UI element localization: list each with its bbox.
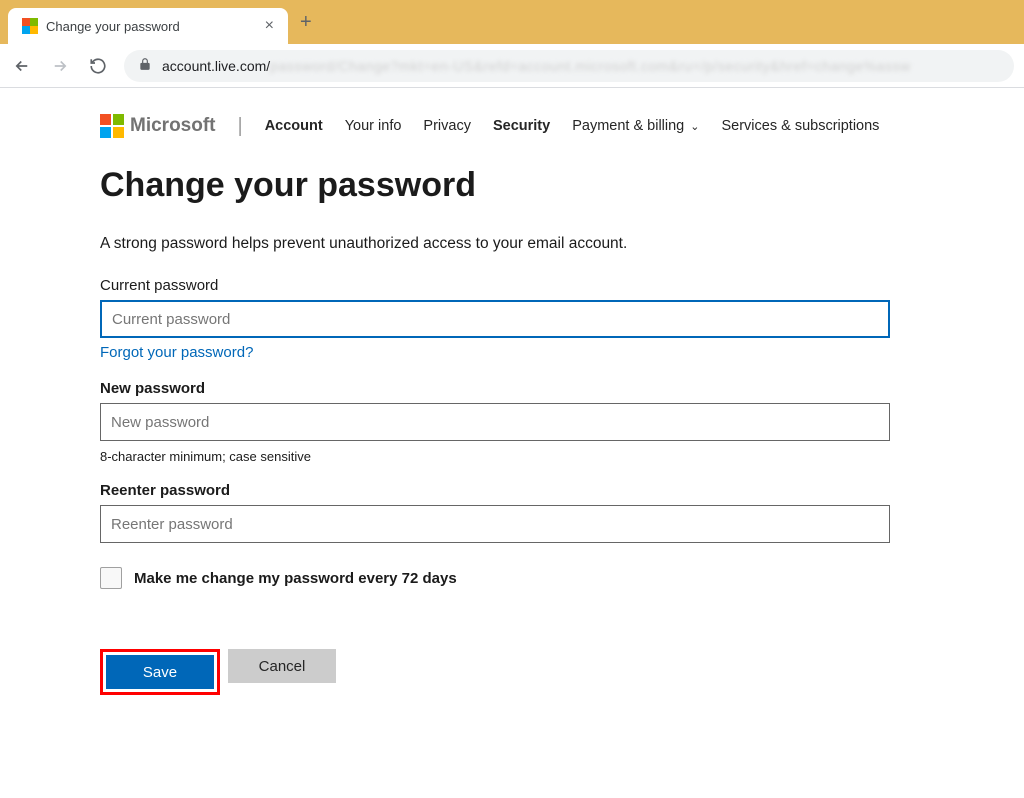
back-button[interactable]: [10, 57, 34, 75]
chevron-down-icon: ⌄: [690, 120, 699, 133]
new-password-input[interactable]: [100, 403, 890, 441]
browser-chrome: Change your password × + account.live.co…: [0, 0, 1024, 88]
lock-icon: [138, 57, 152, 74]
nav-your-info[interactable]: Your info: [345, 118, 402, 134]
new-password-group: New password 8-character minimum; case s…: [100, 380, 924, 464]
reload-button[interactable]: [86, 57, 110, 75]
nav-security[interactable]: Security: [493, 118, 550, 134]
current-password-input[interactable]: [100, 300, 890, 338]
password-hint: 8-character minimum; case sensitive: [100, 449, 924, 464]
page-content: Microsoft | Account Your info Privacy Se…: [0, 88, 1024, 695]
nav-payment-label: Payment & billing: [572, 118, 684, 134]
page-subtitle: A strong password helps prevent unauthor…: [100, 235, 924, 253]
reenter-password-label: Reenter password: [100, 482, 924, 499]
current-password-label: Current password: [100, 277, 924, 294]
current-password-group: Current password Forgot your password?: [100, 277, 924, 362]
cancel-button[interactable]: Cancel: [228, 649, 336, 683]
new-tab-button[interactable]: +: [288, 5, 324, 40]
nav-account[interactable]: Account: [265, 118, 323, 134]
microsoft-wordmark: Microsoft: [130, 115, 216, 137]
forgot-password-link[interactable]: Forgot your password?: [100, 344, 253, 361]
save-button[interactable]: Save: [106, 655, 214, 689]
browser-tab[interactable]: Change your password ×: [8, 8, 288, 44]
nav-services[interactable]: Services & subscriptions: [721, 118, 879, 134]
close-tab-icon[interactable]: ×: [265, 18, 274, 34]
tab-bar: Change your password × +: [0, 0, 1024, 44]
force-change-checkbox[interactable]: [100, 567, 122, 589]
url-input[interactable]: account.live.com/password/Change?mkt=en-…: [124, 50, 1014, 82]
nav-privacy[interactable]: Privacy: [423, 118, 471, 134]
force-change-label: Make me change my password every 72 days: [134, 570, 457, 587]
url-path-blurred: password/Change?mkt=en-US&refd=account.m…: [270, 58, 910, 74]
microsoft-logo-icon: [100, 114, 124, 138]
reenter-password-group: Reenter password: [100, 482, 924, 543]
microsoft-favicon-icon: [22, 18, 38, 34]
forward-button[interactable]: [48, 57, 72, 75]
force-change-row: Make me change my password every 72 days: [100, 567, 924, 589]
url-host: account.live.com/: [162, 58, 270, 74]
button-row: Save Cancel: [100, 649, 924, 695]
reenter-password-input[interactable]: [100, 505, 890, 543]
address-bar: account.live.com/password/Change?mkt=en-…: [0, 44, 1024, 88]
nav-divider: |: [238, 115, 243, 138]
nav-payment[interactable]: Payment & billing ⌄: [572, 118, 699, 134]
page-title: Change your password: [100, 166, 924, 205]
save-highlight: Save: [100, 649, 220, 695]
new-password-label: New password: [100, 380, 924, 397]
microsoft-logo[interactable]: Microsoft: [100, 114, 216, 138]
top-navigation: Microsoft | Account Your info Privacy Se…: [100, 108, 924, 166]
tab-title: Change your password: [46, 19, 257, 34]
